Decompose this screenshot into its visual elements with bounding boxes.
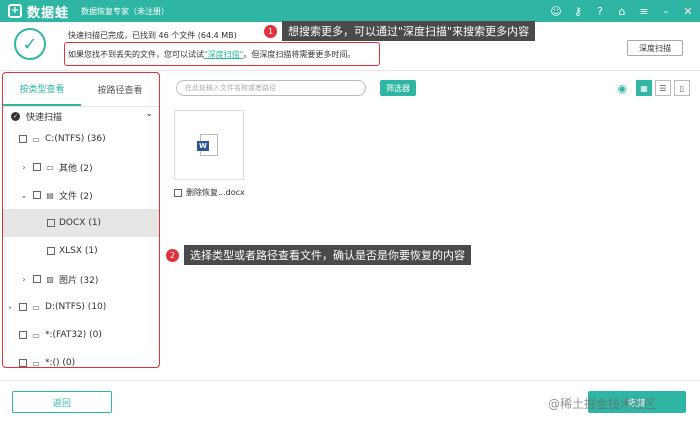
- callout-1: 1 想搜索更多，可以通过"深度扫描"来搜索更多内容: [264, 21, 536, 41]
- deep-scan-button[interactable]: 深度扫描: [627, 40, 683, 56]
- check-dot-icon: ✓: [11, 111, 20, 121]
- sidebar: 按类型查看 按路径查看 ✓ 快速扫描 ⌄ ▭ C:(NTFS) (36) › ▭…: [2, 72, 160, 368]
- divider: [0, 70, 700, 71]
- collapse-arrow-icon[interactable]: ⌄: [19, 191, 29, 200]
- list-view-icon[interactable]: ☰: [655, 80, 671, 96]
- grid-view-icon[interactable]: ▦: [636, 80, 652, 96]
- tab-by-path[interactable]: 按路径查看: [81, 73, 159, 106]
- checkbox[interactable]: [19, 331, 27, 339]
- watermark: @稀土掘金技术社区: [548, 397, 657, 411]
- app-name: 数据蛙: [27, 5, 70, 21]
- logo-mark-icon: +: [8, 4, 22, 18]
- callout-2: 2 选择类型或者路径查看文件，确认是否是你要恢复的内容: [166, 245, 471, 265]
- quick-scan-label: 快速扫描: [26, 112, 63, 123]
- checkbox[interactable]: [33, 191, 41, 199]
- view-tabs: 按类型查看 按路径查看: [3, 73, 159, 107]
- expand-arrow-icon[interactable]: ›: [5, 303, 15, 312]
- view-switcher: ◉ ▦ ☰ ▯: [617, 80, 690, 96]
- tree-item-unknown[interactable]: ▭ *:() (0): [3, 349, 159, 368]
- app-logo: + 数据蛙: [8, 2, 69, 21]
- tree-item-other[interactable]: › ▭ 其他 (2): [3, 153, 159, 181]
- checkbox[interactable]: [47, 247, 55, 255]
- tree-item-label: DOCX (1): [59, 218, 102, 228]
- expand-arrow-icon[interactable]: ›: [19, 163, 29, 172]
- tree-item-fat32[interactable]: ▭ *:(FAT32) (0): [3, 321, 159, 349]
- word-badge: W: [197, 141, 209, 151]
- title-bar: + 数据蛙 数据恢复专家（未注册） ☺ ⚷ ? ⌂ ≡ – ✕: [0, 0, 700, 22]
- search-input[interactable]: 在此处输入文件名称或者路径: [176, 80, 366, 96]
- tree-item-documents[interactable]: ⌄ ▤ 文件 (2): [3, 181, 159, 209]
- tab-by-type[interactable]: 按类型查看: [3, 73, 81, 106]
- checkbox[interactable]: [19, 135, 27, 143]
- filter-button[interactable]: 筛选器: [380, 80, 416, 96]
- word-document-icon: W: [197, 134, 218, 156]
- callout-text: 选择类型或者路径查看文件，确认是否是你要恢复的内容: [184, 245, 471, 265]
- drive-icon: ▭: [32, 358, 40, 368]
- tree-item-label: 图片 (32): [59, 275, 99, 286]
- menu-icon[interactable]: ≡: [638, 5, 650, 18]
- tree-item-label: *:() (0): [45, 358, 76, 368]
- image-icon: ▨: [46, 274, 54, 284]
- tree-item-label: 文件 (2): [59, 191, 93, 202]
- tree-item-label: XLSX (1): [59, 246, 98, 256]
- home-icon[interactable]: ⌂: [616, 5, 628, 18]
- eye-icon[interactable]: ◉: [617, 82, 627, 95]
- file-name: 删除恢复...docx: [186, 188, 245, 197]
- drive-icon: ▭: [32, 134, 40, 144]
- minimize-icon[interactable]: –: [660, 5, 672, 18]
- back-button[interactable]: 返回: [12, 391, 112, 413]
- highlight-box: [64, 42, 380, 66]
- app-subtitle: 数据恢复专家（未注册）: [81, 6, 170, 16]
- file-item[interactable]: 删除恢复...docx: [174, 187, 245, 198]
- drive-icon: ▭: [32, 330, 40, 340]
- scan-result-text: 快速扫描已完成，已找到 46 个文件 (64.4 MB): [68, 31, 237, 40]
- tree-item-label: *:(FAT32) (0): [45, 330, 102, 340]
- checkbox[interactable]: [33, 275, 41, 283]
- quick-scan-dropdown[interactable]: ✓ 快速扫描 ⌄: [3, 107, 159, 125]
- drive-icon: ▭: [32, 302, 40, 312]
- callout-number: 1: [264, 24, 277, 38]
- checkbox[interactable]: [19, 303, 27, 311]
- tree-item-xlsx[interactable]: XLSX (1): [3, 237, 159, 265]
- tree-item-label: D:(NTFS) (10): [45, 302, 107, 312]
- document-icon: ▤: [46, 190, 54, 200]
- divider: [0, 380, 700, 381]
- help-icon[interactable]: ?: [594, 5, 606, 18]
- tree-item-d-drive[interactable]: › ▭ D:(NTFS) (10): [3, 293, 159, 321]
- close-icon[interactable]: ✕: [682, 5, 694, 18]
- detail-view-icon[interactable]: ▯: [674, 80, 690, 96]
- user-icon[interactable]: ☺: [550, 5, 562, 18]
- tree-item-docx[interactable]: DOCX (1): [3, 209, 159, 237]
- file-thumbnail[interactable]: W: [174, 110, 244, 180]
- tree-item-label: C:(NTFS) (36): [45, 134, 106, 144]
- callout-number: 2: [166, 248, 179, 262]
- check-circle-icon: ✓: [14, 28, 46, 60]
- callout-text: 想搜索更多，可以通过"深度扫描"来搜索更多内容: [282, 21, 536, 41]
- file-toolbar: 在此处输入文件名称或者路径 筛选器 ◉ ▦ ☰ ▯: [170, 80, 690, 96]
- chevron-down-icon: ⌄: [145, 109, 153, 119]
- tree-item-label: 其他 (2): [59, 163, 93, 174]
- window-controls: ☺ ⚷ ? ⌂ ≡ – ✕: [550, 0, 694, 22]
- checkbox[interactable]: [174, 188, 182, 197]
- tree-item-images[interactable]: › ▨ 图片 (32): [3, 265, 159, 293]
- checkbox[interactable]: [33, 163, 41, 171]
- expand-arrow-icon[interactable]: ›: [19, 275, 29, 284]
- checkbox[interactable]: [47, 219, 55, 227]
- key-icon[interactable]: ⚷: [572, 5, 584, 18]
- checkbox[interactable]: [19, 359, 27, 367]
- tree-item-c-drive[interactable]: ▭ C:(NTFS) (36): [3, 125, 159, 153]
- folder-icon: ▭: [46, 162, 54, 172]
